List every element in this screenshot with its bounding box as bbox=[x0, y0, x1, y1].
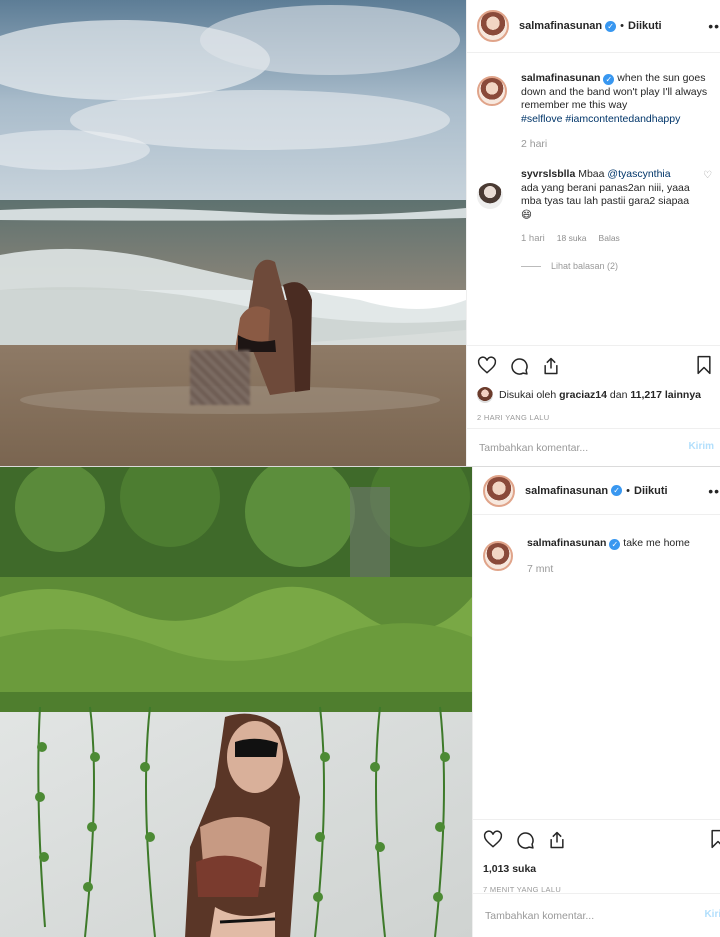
caption: salmafinasunan ✓ when the sun goes down a… bbox=[477, 72, 712, 152]
comment-time[interactable]: 1 hari bbox=[521, 232, 545, 246]
post-2: salmafinasunan ✓ • Diikuti ••• salmafina… bbox=[0, 466, 720, 937]
add-comment-bar: Kirim bbox=[473, 893, 720, 937]
like-heart-icon[interactable] bbox=[477, 356, 497, 376]
verified-badge-icon: ✓ bbox=[609, 539, 621, 550]
replies-divider bbox=[521, 265, 541, 267]
comment-mention[interactable]: @tyascynthia bbox=[607, 168, 670, 180]
commenter-username[interactable]: syvrslsblla bbox=[521, 168, 575, 180]
post-comment-button[interactable]: Kirim bbox=[688, 441, 714, 452]
bookmark-icon[interactable] bbox=[708, 829, 720, 849]
comment-input[interactable] bbox=[485, 909, 665, 922]
post-2-photo[interactable] bbox=[0, 467, 472, 937]
verified-badge-icon: ✓ bbox=[605, 20, 617, 32]
liked-by-user[interactable]: graciaz14 bbox=[559, 389, 607, 401]
caption-username[interactable]: salmafinasunan bbox=[527, 537, 606, 549]
bookmark-icon[interactable] bbox=[694, 355, 714, 375]
more-options-icon[interactable]: ••• bbox=[708, 18, 720, 34]
caption-time[interactable]: 7 mnt bbox=[527, 563, 690, 577]
view-replies-button[interactable]: Lihat balasan (2) bbox=[551, 260, 618, 274]
like-heart-icon[interactable] bbox=[483, 830, 503, 850]
separator-dot: • bbox=[620, 20, 624, 32]
post-comment-button[interactable]: Kirim bbox=[704, 909, 720, 920]
post-actions: 1,013 suka 7 MENIT YANG LALU bbox=[473, 819, 720, 894]
censor-blur bbox=[190, 350, 250, 405]
more-options-icon[interactable]: ••• bbox=[708, 483, 720, 499]
post-1: salmafinasunan ✓ • Diikuti ••• salmafina… bbox=[0, 0, 720, 466]
likes-count[interactable]: 1,013 suka bbox=[483, 863, 710, 875]
username[interactable]: salmafinasunan bbox=[525, 485, 608, 497]
share-icon[interactable] bbox=[547, 830, 567, 850]
username[interactable]: salmafinasunan bbox=[519, 20, 602, 32]
caption-avatar[interactable] bbox=[483, 541, 513, 571]
post-1-photo[interactable] bbox=[0, 0, 466, 466]
share-icon[interactable] bbox=[541, 356, 561, 376]
liked-by-count[interactable]: 11,217 lainnya bbox=[630, 389, 701, 401]
follow-status-button[interactable]: Diikuti bbox=[628, 20, 662, 32]
avatar[interactable] bbox=[477, 10, 509, 42]
verified-badge-icon: ✓ bbox=[611, 485, 623, 496]
comment-item: syvrslsblla Mbaa @tyascynthia ada yang b… bbox=[477, 168, 712, 273]
post-actions: Disukai oleh graciaz14 dan 11,217 lainny… bbox=[467, 345, 720, 422]
comment-text-end: ada yang berani panas2an niii, yaaa mba … bbox=[521, 181, 690, 221]
caption-avatar[interactable] bbox=[477, 76, 507, 106]
garden-photo bbox=[0, 467, 472, 937]
post-header: salmafinasunan ✓ • Diikuti ••• bbox=[473, 467, 720, 515]
separator-dot: • bbox=[626, 484, 630, 497]
post-2-sidebar: salmafinasunan ✓ • Diikuti ••• salmafina… bbox=[472, 467, 720, 937]
add-comment-bar: Kirim bbox=[467, 428, 720, 466]
post-1-sidebar: salmafinasunan ✓ • Diikuti ••• salmafina… bbox=[466, 0, 720, 466]
comment-bubble-icon[interactable] bbox=[515, 830, 535, 850]
comment-input[interactable] bbox=[479, 441, 659, 454]
caption-text: take me home bbox=[623, 537, 690, 549]
comment-bubble-icon[interactable] bbox=[509, 356, 529, 376]
comment-text-start: Mbaa bbox=[578, 168, 605, 180]
comment-likes[interactable]: 18 suka bbox=[557, 232, 587, 246]
reply-button[interactable]: Balas bbox=[599, 232, 620, 246]
verified-badge-icon: ✓ bbox=[603, 74, 615, 85]
caption-hashtags[interactable]: #selflove #iamcontentedandhappy bbox=[521, 113, 680, 125]
post-header: salmafinasunan ✓ • Diikuti ••• bbox=[467, 0, 720, 53]
avatar[interactable] bbox=[483, 474, 515, 507]
like-comment-heart-icon[interactable]: ♡ bbox=[703, 170, 712, 181]
liked-by-prefix: Disukai oleh bbox=[499, 389, 557, 401]
caption-time[interactable]: 2 hari bbox=[521, 138, 712, 152]
post-time[interactable]: 2 HARI YANG LALU bbox=[477, 413, 710, 422]
liked-by-suffix: dan bbox=[609, 389, 628, 401]
commenter-avatar[interactable] bbox=[477, 183, 503, 209]
caption: salmafinasunan ✓ take me home 7 mnt bbox=[483, 537, 712, 576]
caption-username[interactable]: salmafinasunan bbox=[521, 72, 600, 84]
liker-avatar[interactable] bbox=[477, 387, 493, 403]
liked-by: Disukai oleh graciaz14 dan 11,217 lainny… bbox=[477, 387, 710, 403]
follow-status-button[interactable]: Diikuti bbox=[634, 485, 668, 497]
